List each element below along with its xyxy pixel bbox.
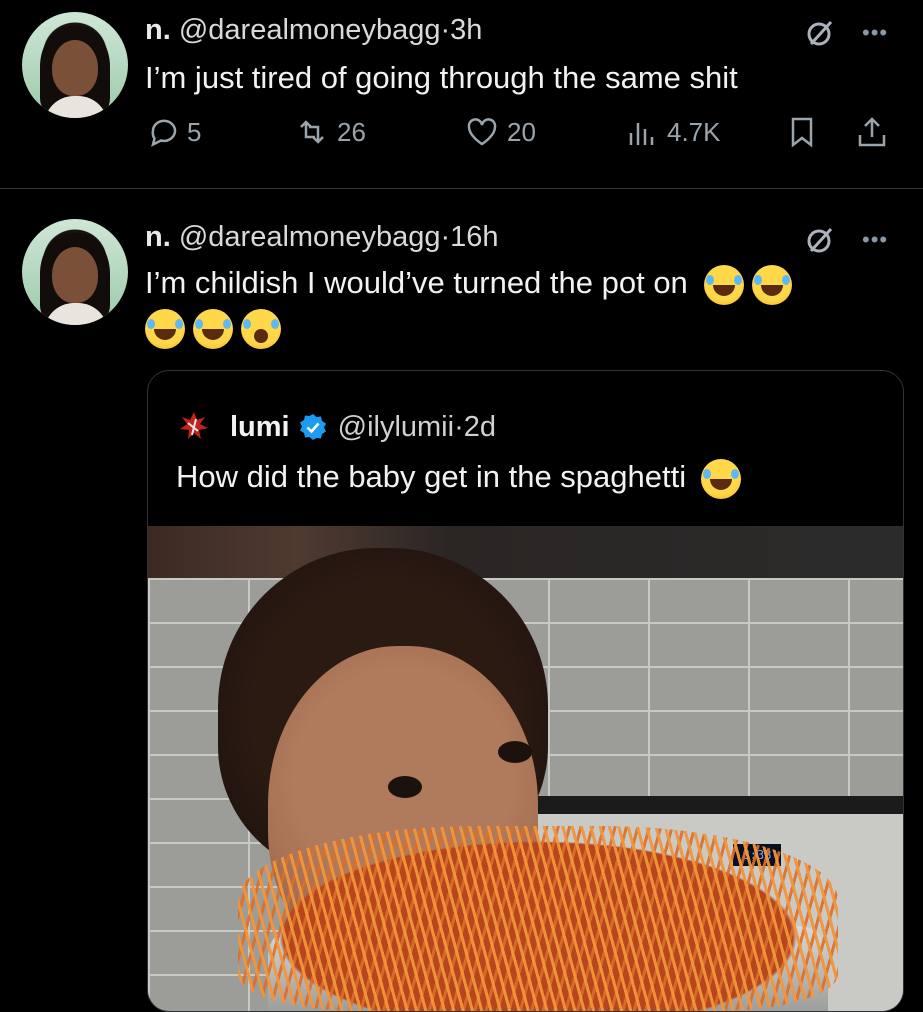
views-button[interactable]: 4.7K [625, 115, 721, 149]
action-bar: 5 26 20 4.7K [145, 115, 905, 155]
like-button[interactable]: 20 [465, 115, 536, 149]
heart-icon [467, 118, 497, 146]
reply-count: 5 [187, 116, 202, 147]
face-with-tears-of-joy-icon [193, 308, 233, 349]
separator-dot: · [440, 221, 451, 253]
like-count: 20 [507, 116, 536, 147]
verified-badge-icon [299, 414, 326, 440]
share-icon [858, 117, 886, 147]
tweet-1[interactable]: n. @darealmoneybagg·3h ••• I’m just tire… [0, 0, 923, 189]
spaghetti [238, 826, 838, 1011]
grok-icon[interactable] [805, 225, 835, 255]
view-count: 4.7K [667, 116, 721, 147]
tweet-text: I’m just tired of going through the same… [145, 60, 738, 95]
tweet-header: n. @darealmoneybagg·3h [145, 14, 482, 47]
avatar[interactable] [22, 12, 128, 118]
bookmark-button[interactable] [785, 115, 819, 149]
quoted-tweet[interactable]: lumi @ilylumii · 2d How did the baby get i… [147, 370, 904, 1012]
face-with-tears-of-joy-icon [700, 459, 741, 499]
quote-text: How did the baby get in the spaghetti [176, 459, 687, 495]
quote-timestamp[interactable]: 2d [464, 411, 496, 444]
quote-display-name[interactable]: lumi [230, 411, 290, 444]
quote-text-block: How did the baby get in the spaghetti [176, 459, 749, 499]
quote-user-handle[interactable]: @ilylumii [338, 411, 454, 444]
repost-count: 26 [337, 116, 366, 147]
reply-button[interactable]: 5 [145, 115, 201, 149]
separator-dot: · [440, 14, 451, 46]
views-icon [629, 123, 654, 145]
tweet-header: n. @darealmoneybagg·16h [145, 221, 499, 254]
face-with-tears-of-joy-icon [752, 264, 793, 305]
share-button[interactable] [855, 115, 889, 149]
repost-icon [300, 120, 324, 144]
timestamp[interactable]: 3h [450, 14, 482, 46]
tweet-text: I’m childish I would’ve turned the pot o… [145, 265, 688, 300]
loudly-crying-face-icon [241, 308, 281, 349]
quote-avatar[interactable] [176, 409, 212, 445]
bookmark-icon [791, 117, 813, 148]
quote-header: lumi @ilylumii · 2d [176, 409, 496, 445]
display-name[interactable]: n. [145, 14, 171, 46]
user-handle[interactable]: @darealmoneybagg [179, 221, 441, 253]
tweet-text-block: I’m childish I would’ve turned the pot o… [145, 261, 885, 349]
face-with-tears-of-joy-icon [145, 308, 185, 349]
timestamp[interactable]: 16h [450, 221, 498, 253]
reply-icon [151, 119, 177, 147]
face-with-tears-of-joy-icon [704, 264, 745, 305]
more-icon[interactable]: ••• [862, 20, 888, 46]
grok-icon[interactable] [805, 18, 835, 48]
separator-dot: · [454, 410, 464, 443]
user-handle[interactable]: @darealmoneybagg [179, 14, 441, 46]
repost-button[interactable]: 26 [295, 115, 366, 149]
quote-media-image[interactable]: 8:38 [148, 526, 903, 1011]
display-name[interactable]: n. [145, 221, 171, 253]
more-icon[interactable]: ••• [862, 227, 888, 253]
avatar[interactable] [22, 219, 128, 325]
